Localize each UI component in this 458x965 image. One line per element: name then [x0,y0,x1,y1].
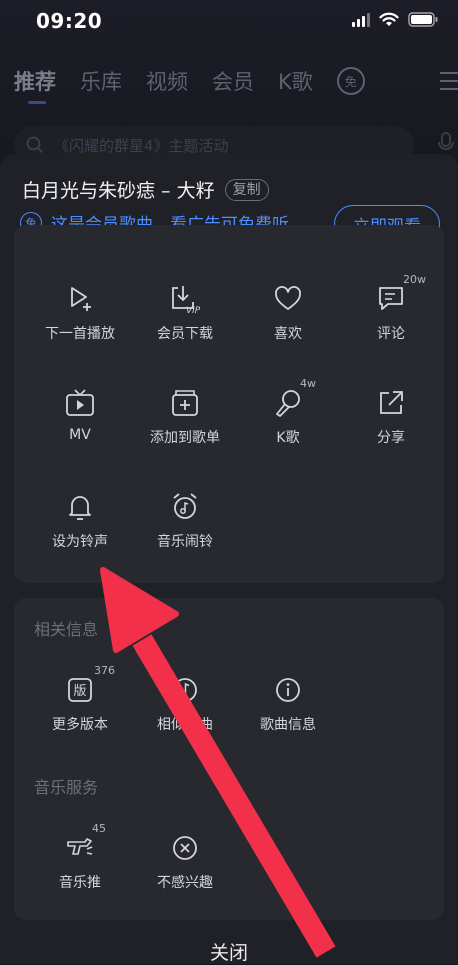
svg-text:VIP: VIP [186,306,201,314]
song-info-label: 歌曲信息 [260,717,316,733]
related-section-title: 相关信息 [34,620,99,639]
not-interested-label: 不感兴趣 [157,875,213,891]
close-button[interactable]: 关闭 [0,938,458,965]
play-next-label: 下一首播放 [45,326,115,342]
vip-download-label: 会员下载 [157,326,213,342]
karaoke-count: 4w [300,377,316,390]
music-alarm-button[interactable]: 音乐闹铃 [135,491,235,551]
copy-button[interactable]: 复制 [224,178,269,201]
similar-song-icon [135,674,235,706]
search-placeholder: 《闪耀的群星4》主题活动 [54,137,229,155]
tab-karaoke[interactable]: K歌 [278,66,313,96]
music-promote-icon: 45 [30,822,130,864]
share-icon [341,387,441,419]
system-icons [352,12,438,27]
karaoke-label: K歌 [276,430,300,446]
tab-video[interactable]: 视频 [146,66,188,96]
music-promote-label: 音乐推 [59,875,101,891]
karaoke-mic-icon: 4w [238,377,338,419]
mv-icon [30,387,130,419]
status-bar: 09:20 [0,0,458,44]
more-versions-label: 更多版本 [52,717,108,733]
heart-icon [238,283,338,315]
add-to-playlist-button[interactable]: 添加到歌单 [135,387,235,447]
vip-download-button[interactable]: VIP 会员下载 [135,283,235,343]
share-label: 分享 [377,430,405,446]
set-ringtone-button[interactable]: 设为铃声 [30,491,130,551]
actions-card: 下一首播放 VIP 会员下载 喜欢 20w 评论 MV 添加到歌单 4w K歌 … [14,225,444,583]
tab-library[interactable]: 乐库 [80,66,122,96]
music-promote-button[interactable]: 45 音乐推 [30,822,130,892]
like-button[interactable]: 喜欢 [238,283,338,343]
music-promote-count: 45 [92,822,106,835]
not-interested-icon [135,832,235,864]
background-app: 09:20 推荐 乐库 视频 会员 K歌 免 《闪耀的群星4》主题活动 [0,0,458,180]
music-alarm-label: 音乐闹铃 [157,534,213,550]
mv-label: MV [69,427,91,443]
similar-songs-button[interactable]: 相似歌曲 [135,674,235,734]
status-time: 09:20 [36,9,103,33]
more-versions-button[interactable]: 版 376 更多版本 [30,664,130,734]
battery-icon [408,12,438,27]
version-icon: 版 376 [30,664,130,706]
related-card: 相关信息 版 376 更多版本 相似歌曲 歌曲信息 音乐服务 45 音乐推 不感… [14,598,444,920]
free-mode-icon[interactable]: 免 [336,67,365,95]
comment-button[interactable]: 20w 评论 [341,273,441,343]
mv-button[interactable]: MV [30,387,130,443]
karaoke-button[interactable]: 4w K歌 [238,377,338,447]
add-to-playlist-label: 添加到歌单 [150,430,220,446]
song-info-button[interactable]: 歌曲信息 [238,674,338,734]
add-to-playlist-icon [135,387,235,419]
bell-icon [30,491,130,523]
alarm-clock-icon [135,491,235,523]
vip-download-icon: VIP [135,283,235,315]
set-ringtone-label: 设为铃声 [52,534,108,550]
tab-vip[interactable]: 会员 [212,66,254,96]
top-tabs: 推荐 乐库 视频 会员 K歌 免 [14,66,365,104]
svg-text:版: 版 [73,684,86,699]
comment-label: 评论 [377,326,405,342]
play-next-button[interactable]: 下一首播放 [30,283,130,343]
search-icon [26,136,44,154]
play-next-icon [30,283,130,315]
info-icon [238,674,338,706]
share-button[interactable]: 分享 [341,387,441,447]
comment-count: 20w [403,273,426,286]
tab-recommend[interactable]: 推荐 [14,66,56,104]
wifi-icon [379,12,399,27]
like-label: 喜欢 [274,326,302,342]
song-title-row: 白月光与朱砂痣 – 大籽 复制 [22,176,269,203]
versions-count: 376 [94,664,115,677]
comment-icon: 20w [341,273,441,315]
song-title: 白月光与朱砂痣 – 大籽 [22,180,215,202]
signal-icon [352,12,370,27]
hamburger-menu-icon[interactable] [440,72,458,96]
service-section-title: 音乐服务 [34,778,99,797]
similar-songs-label: 相似歌曲 [157,717,213,733]
not-interested-button[interactable]: 不感兴趣 [135,832,235,892]
